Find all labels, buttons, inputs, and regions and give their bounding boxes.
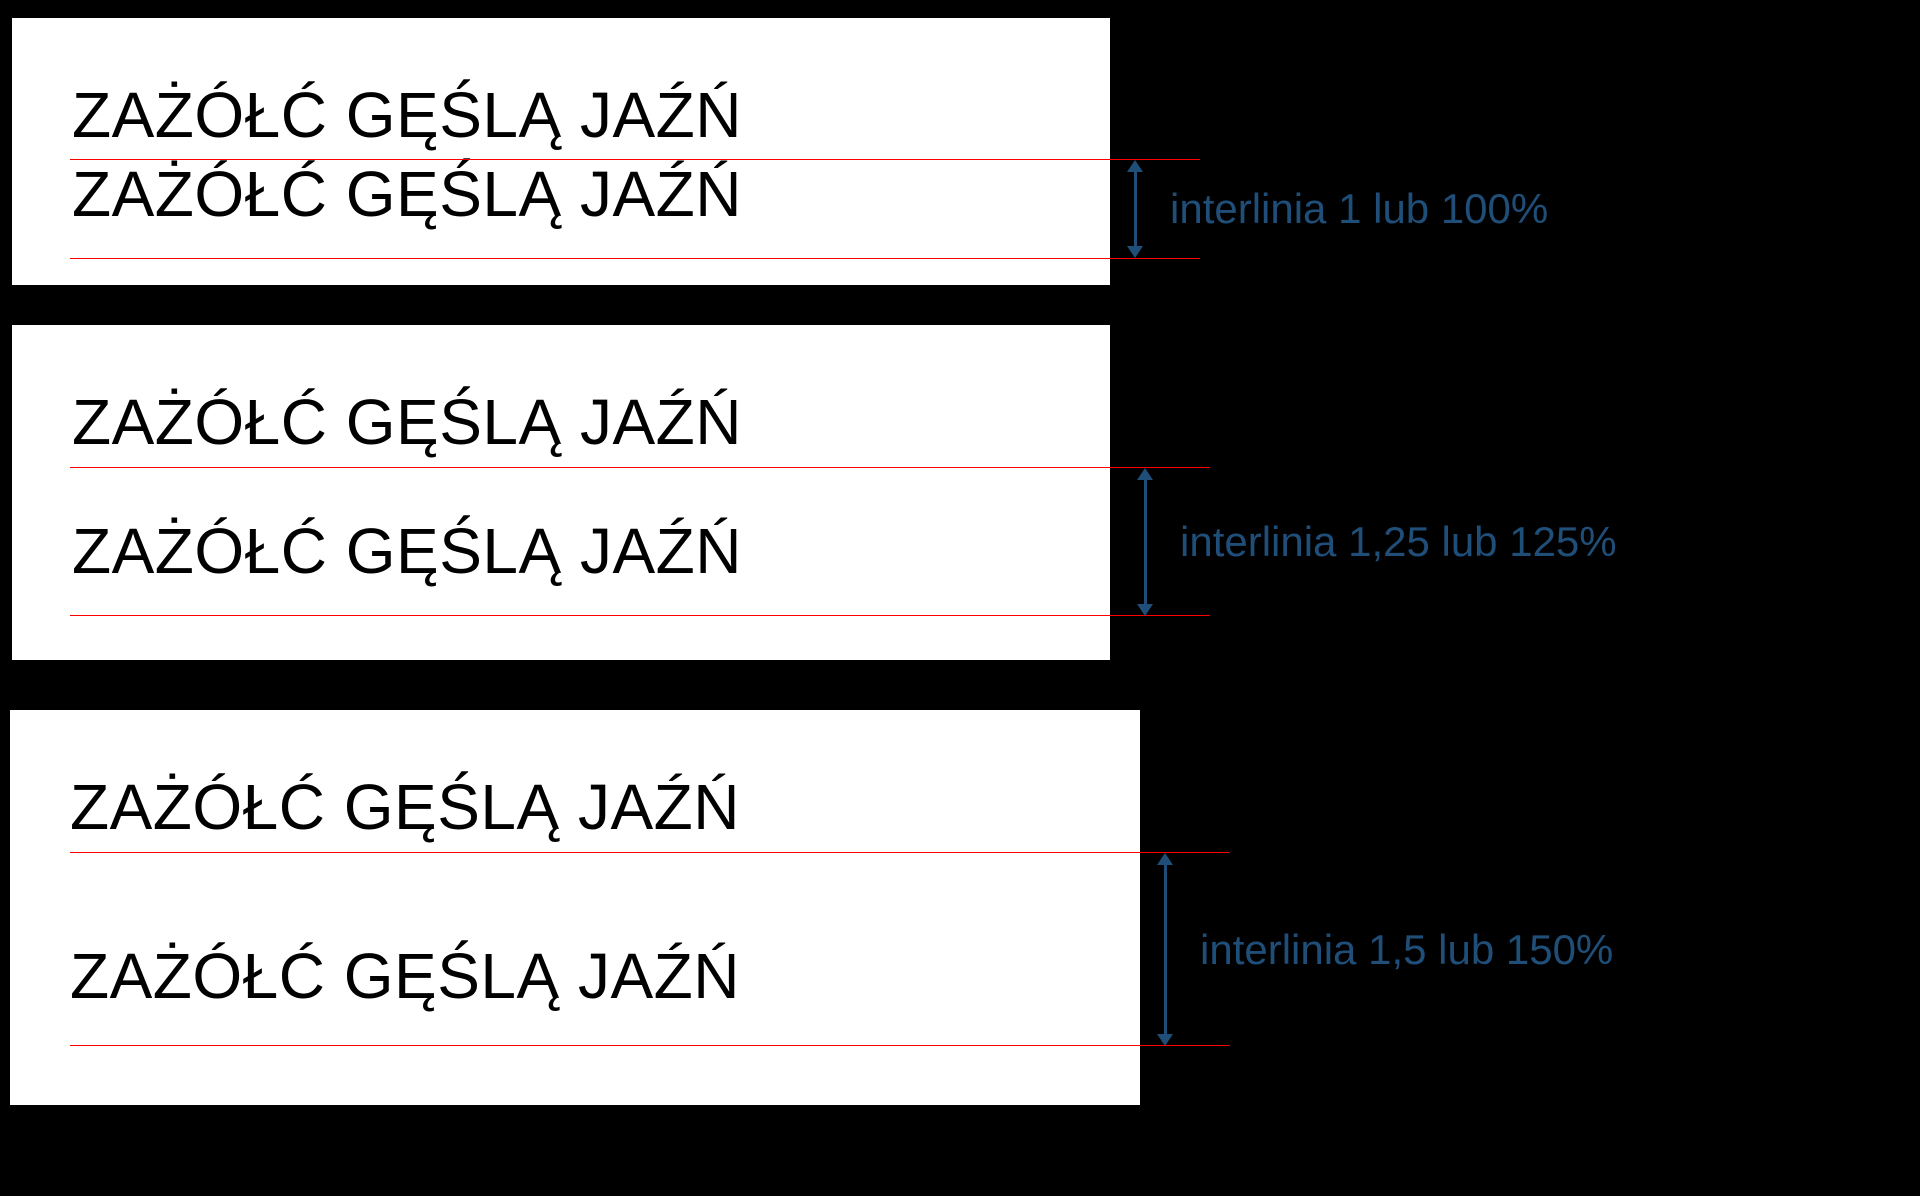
line-spacing-diagram: ZAŻÓŁĆ GĘŚLĄ JAŹŃ ZAŻÓŁĆ GĘŚLĄ JAŹŃ inte… xyxy=(0,0,1920,1196)
sample-block-125: ZAŻÓŁĆ GĘŚLĄ JAŹŃ ZAŻÓŁĆ GĘŚLĄ JAŹŃ xyxy=(10,325,1110,660)
sample-text-line: ZAŻÓŁĆ GĘŚLĄ JAŹŃ xyxy=(72,157,1070,231)
annotation-125: interlinia 1,25 lub 125% xyxy=(1130,468,1617,616)
baseline-guide xyxy=(70,615,1210,616)
sample-text-line: ZAŻÓŁĆ GĘŚLĄ JAŹŃ xyxy=(70,939,1100,1013)
sample-text-line: ZAŻÓŁĆ GĘŚLĄ JAŹŃ xyxy=(72,78,1070,152)
annotation-150: interlinia 1,5 lub 150% xyxy=(1150,853,1613,1046)
double-arrow-icon xyxy=(1130,478,1160,606)
baseline-guide xyxy=(70,467,1210,468)
sample-text-line: ZAŻÓŁĆ GĘŚLĄ JAŹŃ xyxy=(70,770,1100,844)
baseline-guide xyxy=(70,1045,1230,1046)
annotation-label: interlinia 1,5 lub 150% xyxy=(1200,926,1613,974)
sample-block-100: ZAŻÓŁĆ GĘŚLĄ JAŹŃ ZAŻÓŁĆ GĘŚLĄ JAŹŃ xyxy=(10,15,1110,285)
annotation-label: interlinia 1,25 lub 125% xyxy=(1180,518,1617,566)
sample-text-line: ZAŻÓŁĆ GĘŚLĄ JAŹŃ xyxy=(72,514,1070,588)
double-arrow-icon xyxy=(1150,863,1180,1036)
baseline-guide xyxy=(70,159,1200,160)
double-arrow-icon xyxy=(1120,170,1150,248)
baseline-guide xyxy=(70,852,1230,853)
annotation-label: interlinia 1 lub 100% xyxy=(1170,185,1548,233)
annotation-100: interlinia 1 lub 100% xyxy=(1120,160,1548,258)
sample-text-line: ZAŻÓŁĆ GĘŚLĄ JAŹŃ xyxy=(72,385,1070,459)
baseline-guide xyxy=(70,258,1200,259)
